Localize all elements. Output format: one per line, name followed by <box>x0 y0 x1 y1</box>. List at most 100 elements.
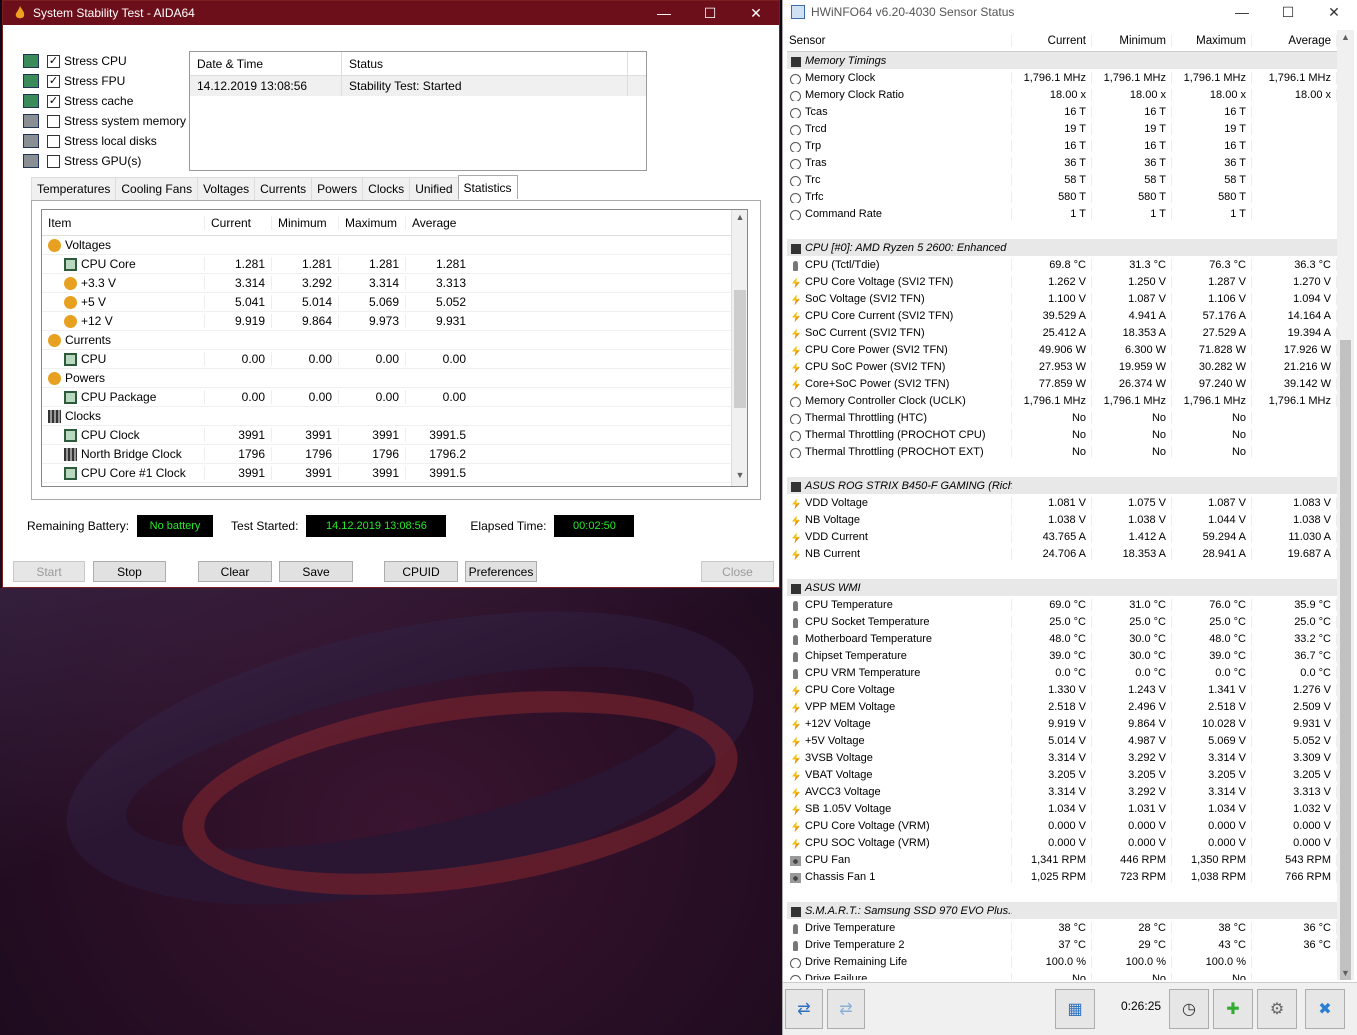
col-average[interactable]: Average <box>1252 34 1337 47</box>
sensor-row[interactable]: Drive Temperature 2 37 °C 29 °C 43 °C 36 °C <box>787 936 1337 953</box>
sensor-row[interactable]: VBAT Voltage 3.205 V 3.205 V 3.205 V 3.205 V <box>787 766 1337 783</box>
sensor-row[interactable]: AVCC3 Voltage 3.314 V 3.292 V 3.314 V 3.313 … <box>787 783 1337 800</box>
col-minimum[interactable]: Minimum <box>1092 34 1172 47</box>
sensor-group-row[interactable]: Memory Timings <box>787 52 1337 69</box>
sensor-group-row[interactable]: ASUS WMI <box>787 579 1337 596</box>
stress-option-row[interactable]: Stress local disks <box>23 131 186 151</box>
col-average[interactable]: Average <box>405 215 472 230</box>
tab-statistics[interactable]: Statistics <box>457 175 518 199</box>
sensor-row[interactable]: Memory Clock Ratio 18.00 x 18.00 x 18.00 x1… <box>787 86 1337 103</box>
statistics-group-row[interactable]: Powers <box>42 369 747 388</box>
sensor-row[interactable]: VPP MEM Voltage 2.518 V 2.496 V 2.518 V 2.50… <box>787 698 1337 715</box>
statistics-row[interactable]: CPU Package 0.00 0.00 0.00 0.00 <box>42 388 747 407</box>
sensor-row[interactable]: Command Rate 1 T1 T1 T <box>787 205 1337 222</box>
scroll-up-arrow-icon[interactable]: ▲ <box>1340 32 1351 42</box>
stress-checkbox[interactable] <box>47 154 60 168</box>
col-maximum[interactable]: Maximum <box>338 215 405 230</box>
status-col-status[interactable]: Status <box>342 52 628 75</box>
sensor-row[interactable]: Thermal Throttling (PROCHOT CPU) No No No <box>787 426 1337 443</box>
scroll-down-arrow-icon[interactable]: ▼ <box>1340 968 1351 978</box>
sensor-row[interactable]: CPU Core Voltage (SVI2 TFN) 1.262 V 1.250 … <box>787 273 1337 290</box>
maximize-button[interactable]: ☐ <box>687 5 733 22</box>
statistics-row[interactable]: North Bridge Clock 1796 1796 1796 1796.2 <box>42 445 747 464</box>
sensor-row[interactable]: SoC Voltage (SVI2 TFN) 1.100 V 1.087 V 1.10… <box>787 290 1337 307</box>
statistics-row[interactable]: +12 V 9.919 9.864 9.973 9.931 <box>42 312 747 331</box>
sensor-row[interactable]: Chassis Fan 1 1,025 RPM 723 RPM 1,038 RPM 76… <box>787 868 1337 885</box>
sensor-row[interactable]: Drive Temperature 38 °C 28 °C 38 °C 36 °C <box>787 919 1337 936</box>
sensor-row[interactable]: Chipset Temperature 39.0 °C 30.0 °C 39.0 °C… <box>787 647 1337 664</box>
tab-unified[interactable]: Unified <box>409 177 459 200</box>
sensor-row[interactable]: Memory Clock 1,796.1 MHz 1,796.1 MHz 1,796.… <box>787 69 1337 86</box>
start-button[interactable]: Start <box>13 561 85 582</box>
minimize-button[interactable]: — <box>1219 4 1265 20</box>
col-item[interactable]: Item <box>42 216 204 230</box>
statistics-row[interactable]: CPU Core 1.281 1.281 1.281 1.281 <box>42 255 747 274</box>
clear-button[interactable]: Clear <box>198 561 272 582</box>
stress-option-row[interactable]: ✓ Stress cache <box>23 91 186 111</box>
col-minimum[interactable]: Minimum <box>271 215 338 230</box>
sensor-row[interactable]: CPU Core Voltage 1.330 V 1.243 V 1.341 V 1.2… <box>787 681 1337 698</box>
sensor-row[interactable]: Tcas 16 T 16 T 16 T <box>787 103 1337 120</box>
statistics-row[interactable]: CPU Clock 3991 3991 3991 3991.5 <box>42 426 747 445</box>
sensor-row[interactable]: Thermal Throttling (PROCHOT EXT) No No No <box>787 443 1337 460</box>
col-sensor[interactable]: Sensor <box>787 34 1012 47</box>
statistics-group-row[interactable]: Currents <box>42 331 747 350</box>
scroll-up-arrow-icon[interactable]: ▲ <box>734 212 746 226</box>
preferences-button[interactable]: Preferences <box>465 561 537 582</box>
tab-temperatures[interactable]: Temperatures <box>31 177 117 200</box>
stress-option-row[interactable]: ✓ Stress CPU <box>23 51 186 71</box>
sensor-group-row[interactable]: CPU [#0]: AMD Ryzen 5 2600: Enhanced <box>787 239 1337 256</box>
sensor-row[interactable]: CPU Core Current (SVI2 TFN) 39.529 A 4.941… <box>787 307 1337 324</box>
stress-checkbox[interactable] <box>47 114 60 128</box>
sensor-row[interactable]: Tras 36 T 36 T 36 T <box>787 154 1337 171</box>
sensor-row[interactable]: Trp 16 T 16 T 16 T <box>787 137 1337 154</box>
close-window-button[interactable]: ✕ <box>733 5 779 22</box>
stress-option-row[interactable]: Stress GPU(s) <box>23 151 186 171</box>
sensor-row[interactable]: Drive Failure No No No <box>787 970 1337 980</box>
sensor-row[interactable]: Thermal Throttling (HTC) No No No <box>787 409 1337 426</box>
col-current[interactable]: Current <box>1012 34 1092 47</box>
tab-voltages[interactable]: Voltages <box>197 177 256 200</box>
sensor-scrollbar[interactable]: ▲ ▼ <box>1337 30 1354 980</box>
sensor-row[interactable]: CPU Socket Temperature 25.0 °C 25.0 °C 25.0… <box>787 613 1337 630</box>
stress-checkbox[interactable]: ✓ <box>47 54 60 68</box>
sensor-group-row[interactable]: S.M.A.R.T.: Samsung SSD 970 EVO Plus... <box>787 902 1337 919</box>
col-current[interactable]: Current <box>204 215 271 230</box>
sensor-row[interactable]: CPU SoC Power (SVI2 TFN) 27.953 W 19.959 W… <box>787 358 1337 375</box>
sensor-row[interactable]: Drive Remaining Life 100.0 % 100.0 % 100.0 … <box>787 953 1337 970</box>
tab-clocks[interactable]: Clocks <box>362 177 411 200</box>
statistics-group-row[interactable]: Clocks <box>42 407 747 426</box>
sensor-row[interactable]: NB Current 24.706 A 18.353 A 28.941 A 19.687… <box>787 545 1337 562</box>
sensor-row[interactable]: +5V Voltage 5.014 V 4.987 V 5.069 V 5.052 V <box>787 732 1337 749</box>
stress-checkbox[interactable]: ✓ <box>47 94 60 108</box>
sensor-row[interactable]: CPU Core Power (SVI2 TFN) 49.906 W 6.300 W… <box>787 341 1337 358</box>
close-button[interactable]: Close <box>701 561 774 582</box>
sensor-row[interactable]: VDD Current 43.765 A 1.412 A 59.294 A 11.030… <box>787 528 1337 545</box>
sensor-row[interactable]: NB Voltage 1.038 V 1.038 V 1.044 V 1.038 V <box>787 511 1337 528</box>
sensor-row[interactable]: CPU (Tctl/Tdie) 69.8 °C 31.3 °C 76.3 °C 36.3… <box>787 256 1337 273</box>
maximize-button[interactable]: ☐ <box>1265 4 1311 21</box>
sensor-row[interactable]: Memory Controller Clock (UCLK) 1,796.1 MH… <box>787 392 1337 409</box>
statistics-row[interactable]: +3.3 V 3.314 3.292 3.314 3.313 <box>42 274 747 293</box>
sensor-row[interactable]: 3VSB Voltage 3.314 V 3.292 V 3.314 V 3.309 V <box>787 749 1337 766</box>
navigate-arrows-alt-icon[interactable]: ⇄ <box>827 989 865 1029</box>
sensor-row[interactable]: SoC Current (SVI2 TFN) 25.412 A 18.353 A 27… <box>787 324 1337 341</box>
sensor-row[interactable]: CPU Core Voltage (VRM) 0.000 V 0.000 V 0.00… <box>787 817 1337 834</box>
sensor-row[interactable]: Trc 58 T 58 T 58 T <box>787 171 1337 188</box>
statistics-group-row[interactable]: Voltages <box>42 236 747 255</box>
sensor-row[interactable]: CPU VRM Temperature 0.0 °C 0.0 °C 0.0 °C 0.0… <box>787 664 1337 681</box>
report-add-icon[interactable]: ✚ <box>1213 989 1253 1029</box>
sensor-row[interactable]: +12V Voltage 9.919 V 9.864 V 10.028 V 9.931 … <box>787 715 1337 732</box>
sensor-row[interactable]: CPU Temperature 69.0 °C 31.0 °C 76.0 °C 35.9… <box>787 596 1337 613</box>
scroll-thumb[interactable] <box>734 290 746 408</box>
save-button[interactable]: Save <box>279 561 353 582</box>
cpuid-button[interactable]: CPUID <box>384 561 458 582</box>
sensor-row[interactable]: Core+SoC Power (SVI2 TFN) 77.859 W 26.374 … <box>787 375 1337 392</box>
sensor-row[interactable]: Trcd 19 T 19 T 19 T <box>787 120 1337 137</box>
minimize-button[interactable]: — <box>641 5 687 21</box>
sensor-row[interactable]: Motherboard Temperature 48.0 °C 30.0 °C 48.… <box>787 630 1337 647</box>
stress-checkbox[interactable] <box>47 134 60 148</box>
tab-cooling-fans[interactable]: Cooling Fans <box>115 177 199 200</box>
stress-option-row[interactable]: Stress system memory <box>23 111 186 131</box>
col-maximum[interactable]: Maximum <box>1172 34 1252 47</box>
